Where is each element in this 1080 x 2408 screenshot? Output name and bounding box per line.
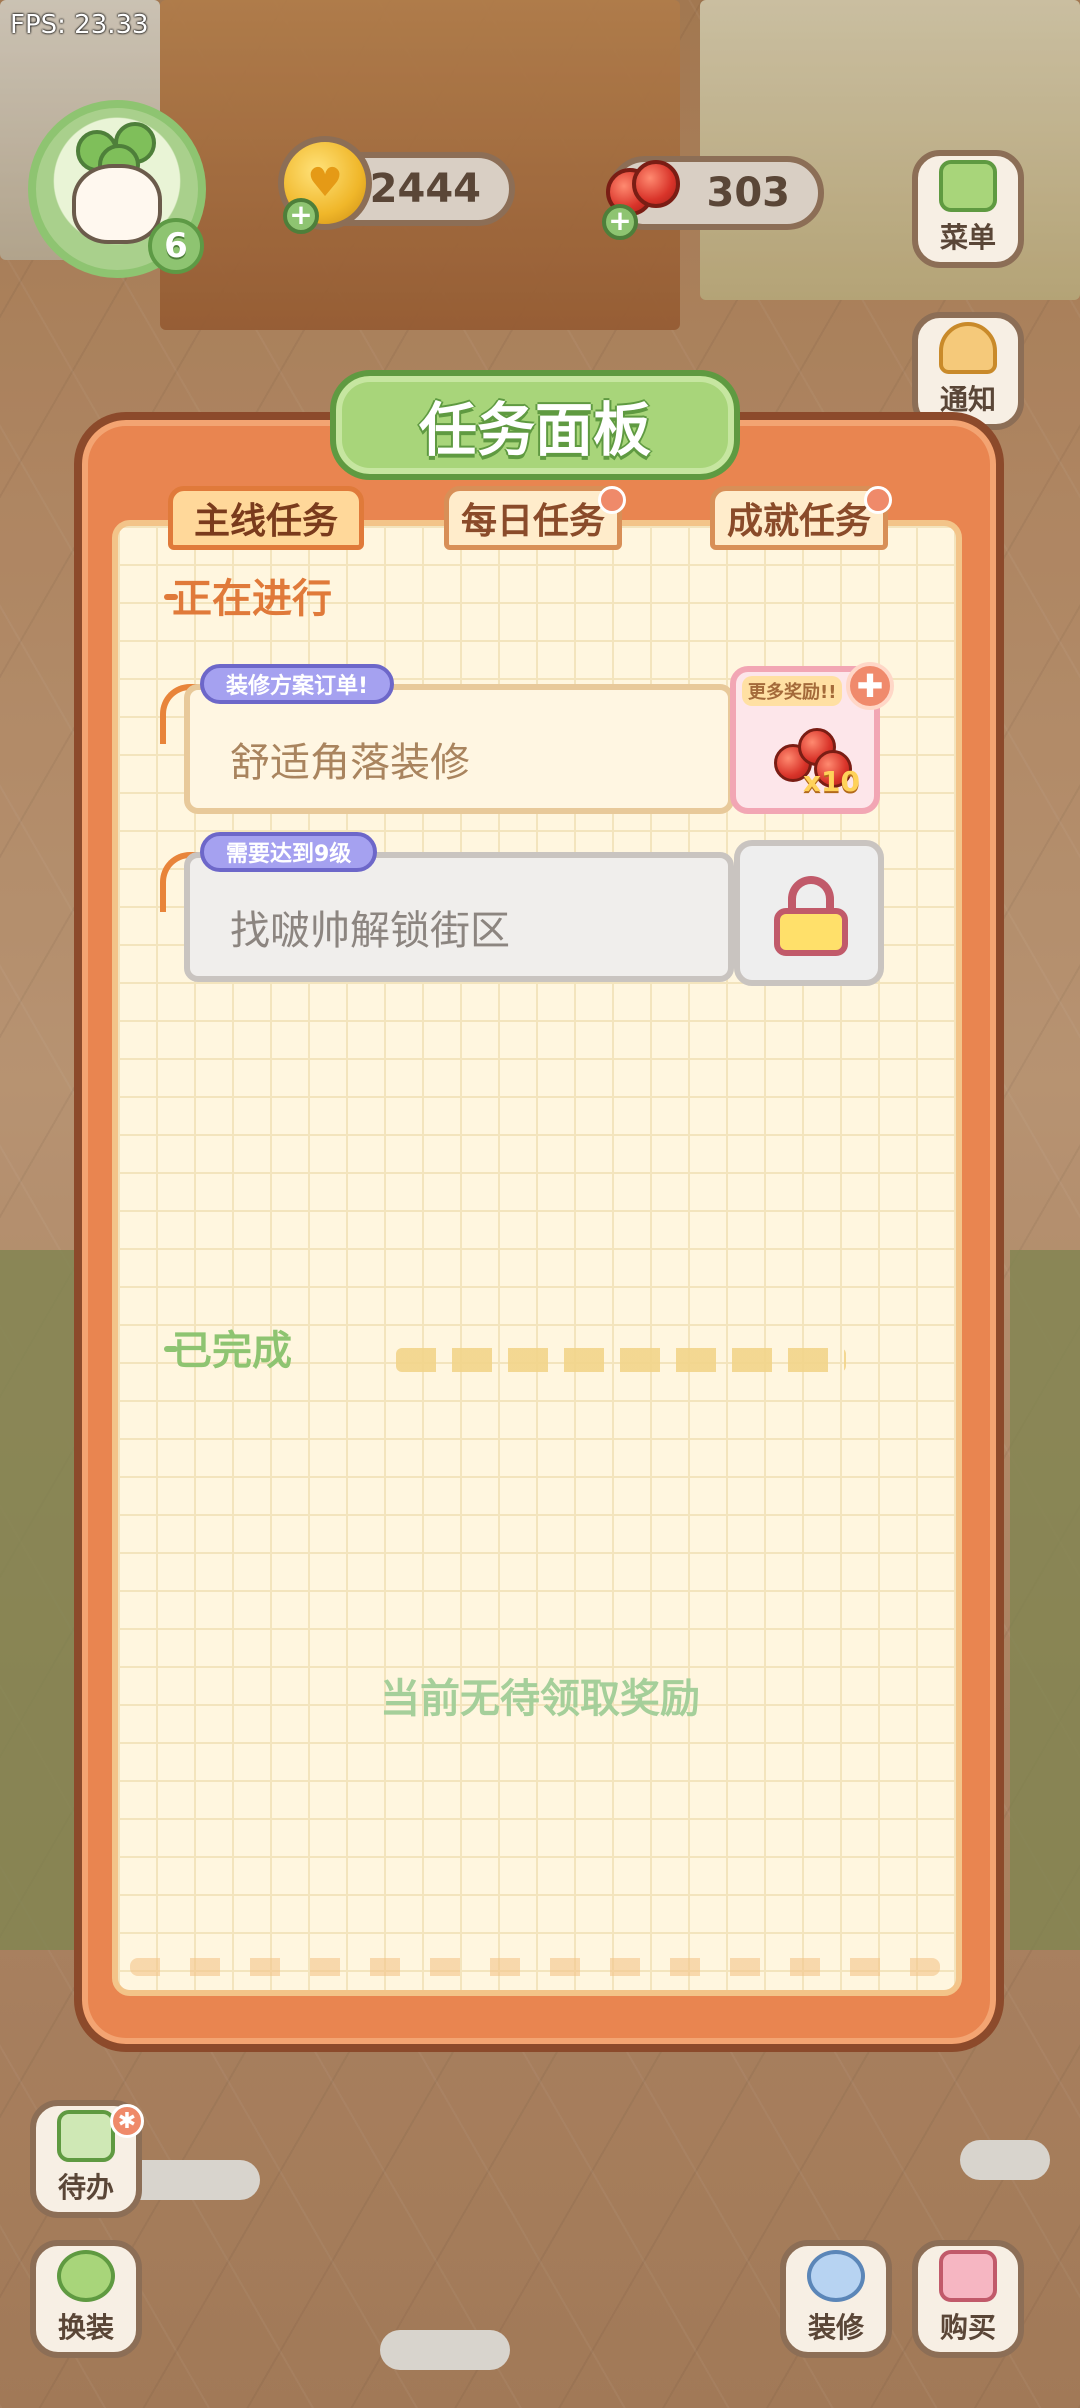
add-cherries-button[interactable]: +: [602, 204, 638, 240]
tab-daily-quests[interactable]: 每日任务: [444, 486, 622, 550]
reward-plus-icon: ✚: [846, 662, 894, 710]
section-divider: [396, 1348, 846, 1372]
tab-main-quests[interactable]: 主线任务: [168, 486, 364, 550]
shop-label: 购买: [939, 2311, 996, 2344]
reward-quantity: x10: [802, 765, 860, 798]
dress-up-button[interactable]: 换装: [30, 2240, 142, 2358]
no-rewards-message: 当前无待领取奖励: [380, 1676, 700, 1722]
panel-title-plaque: 任务面板: [330, 370, 740, 480]
tab-achievement-quests[interactable]: 成就任务: [710, 486, 888, 550]
paper-tear-edge: [130, 1958, 940, 1976]
achievement-notification-dot: [864, 486, 892, 514]
character-icon: [57, 2250, 115, 2302]
daily-notification-dot: [598, 486, 626, 514]
shopping-bag-icon: [939, 2250, 997, 2302]
menu-label: 菜单: [939, 221, 996, 254]
task-name: 找啵帅解锁街区: [230, 908, 510, 954]
worker-duck-icon: [807, 2250, 865, 2302]
decorate-label: 装修: [807, 2311, 864, 2344]
checklist-icon: [57, 2110, 115, 2162]
dress-up-label: 换装: [57, 2311, 114, 2344]
cherry-amount: 303: [706, 170, 791, 216]
todo-label: 待办: [57, 2171, 114, 2204]
menu-button[interactable]: 菜单: [912, 150, 1024, 268]
task-name: 舒适角落装修: [230, 740, 470, 786]
more-rewards-label: 更多奖励!!: [742, 676, 843, 706]
radish-face-icon: [72, 164, 162, 244]
player-level-badge: 6: [148, 218, 204, 274]
level-requirement-tag: 需要达到9级: [200, 832, 378, 872]
coin-amount: 2444: [369, 166, 481, 212]
section-completed-title: 已完成: [172, 1328, 292, 1374]
section-ongoing-title: 正在进行: [172, 576, 332, 622]
shop-button[interactable]: 购买: [912, 2240, 1024, 2358]
add-coins-button[interactable]: +: [283, 198, 319, 234]
lock-body: [774, 908, 848, 956]
panel-title: 任务面板: [418, 396, 651, 464]
fps-counter: FPS: 23.33: [10, 10, 149, 40]
menu-icon: [939, 160, 997, 212]
todo-notification-dot: ✱: [110, 2104, 144, 2138]
task-tag: 装修方案订单!: [200, 664, 395, 704]
locked-reward-box: [734, 840, 884, 986]
decorate-button[interactable]: 装修: [780, 2240, 892, 2358]
bell-icon: [939, 322, 997, 374]
